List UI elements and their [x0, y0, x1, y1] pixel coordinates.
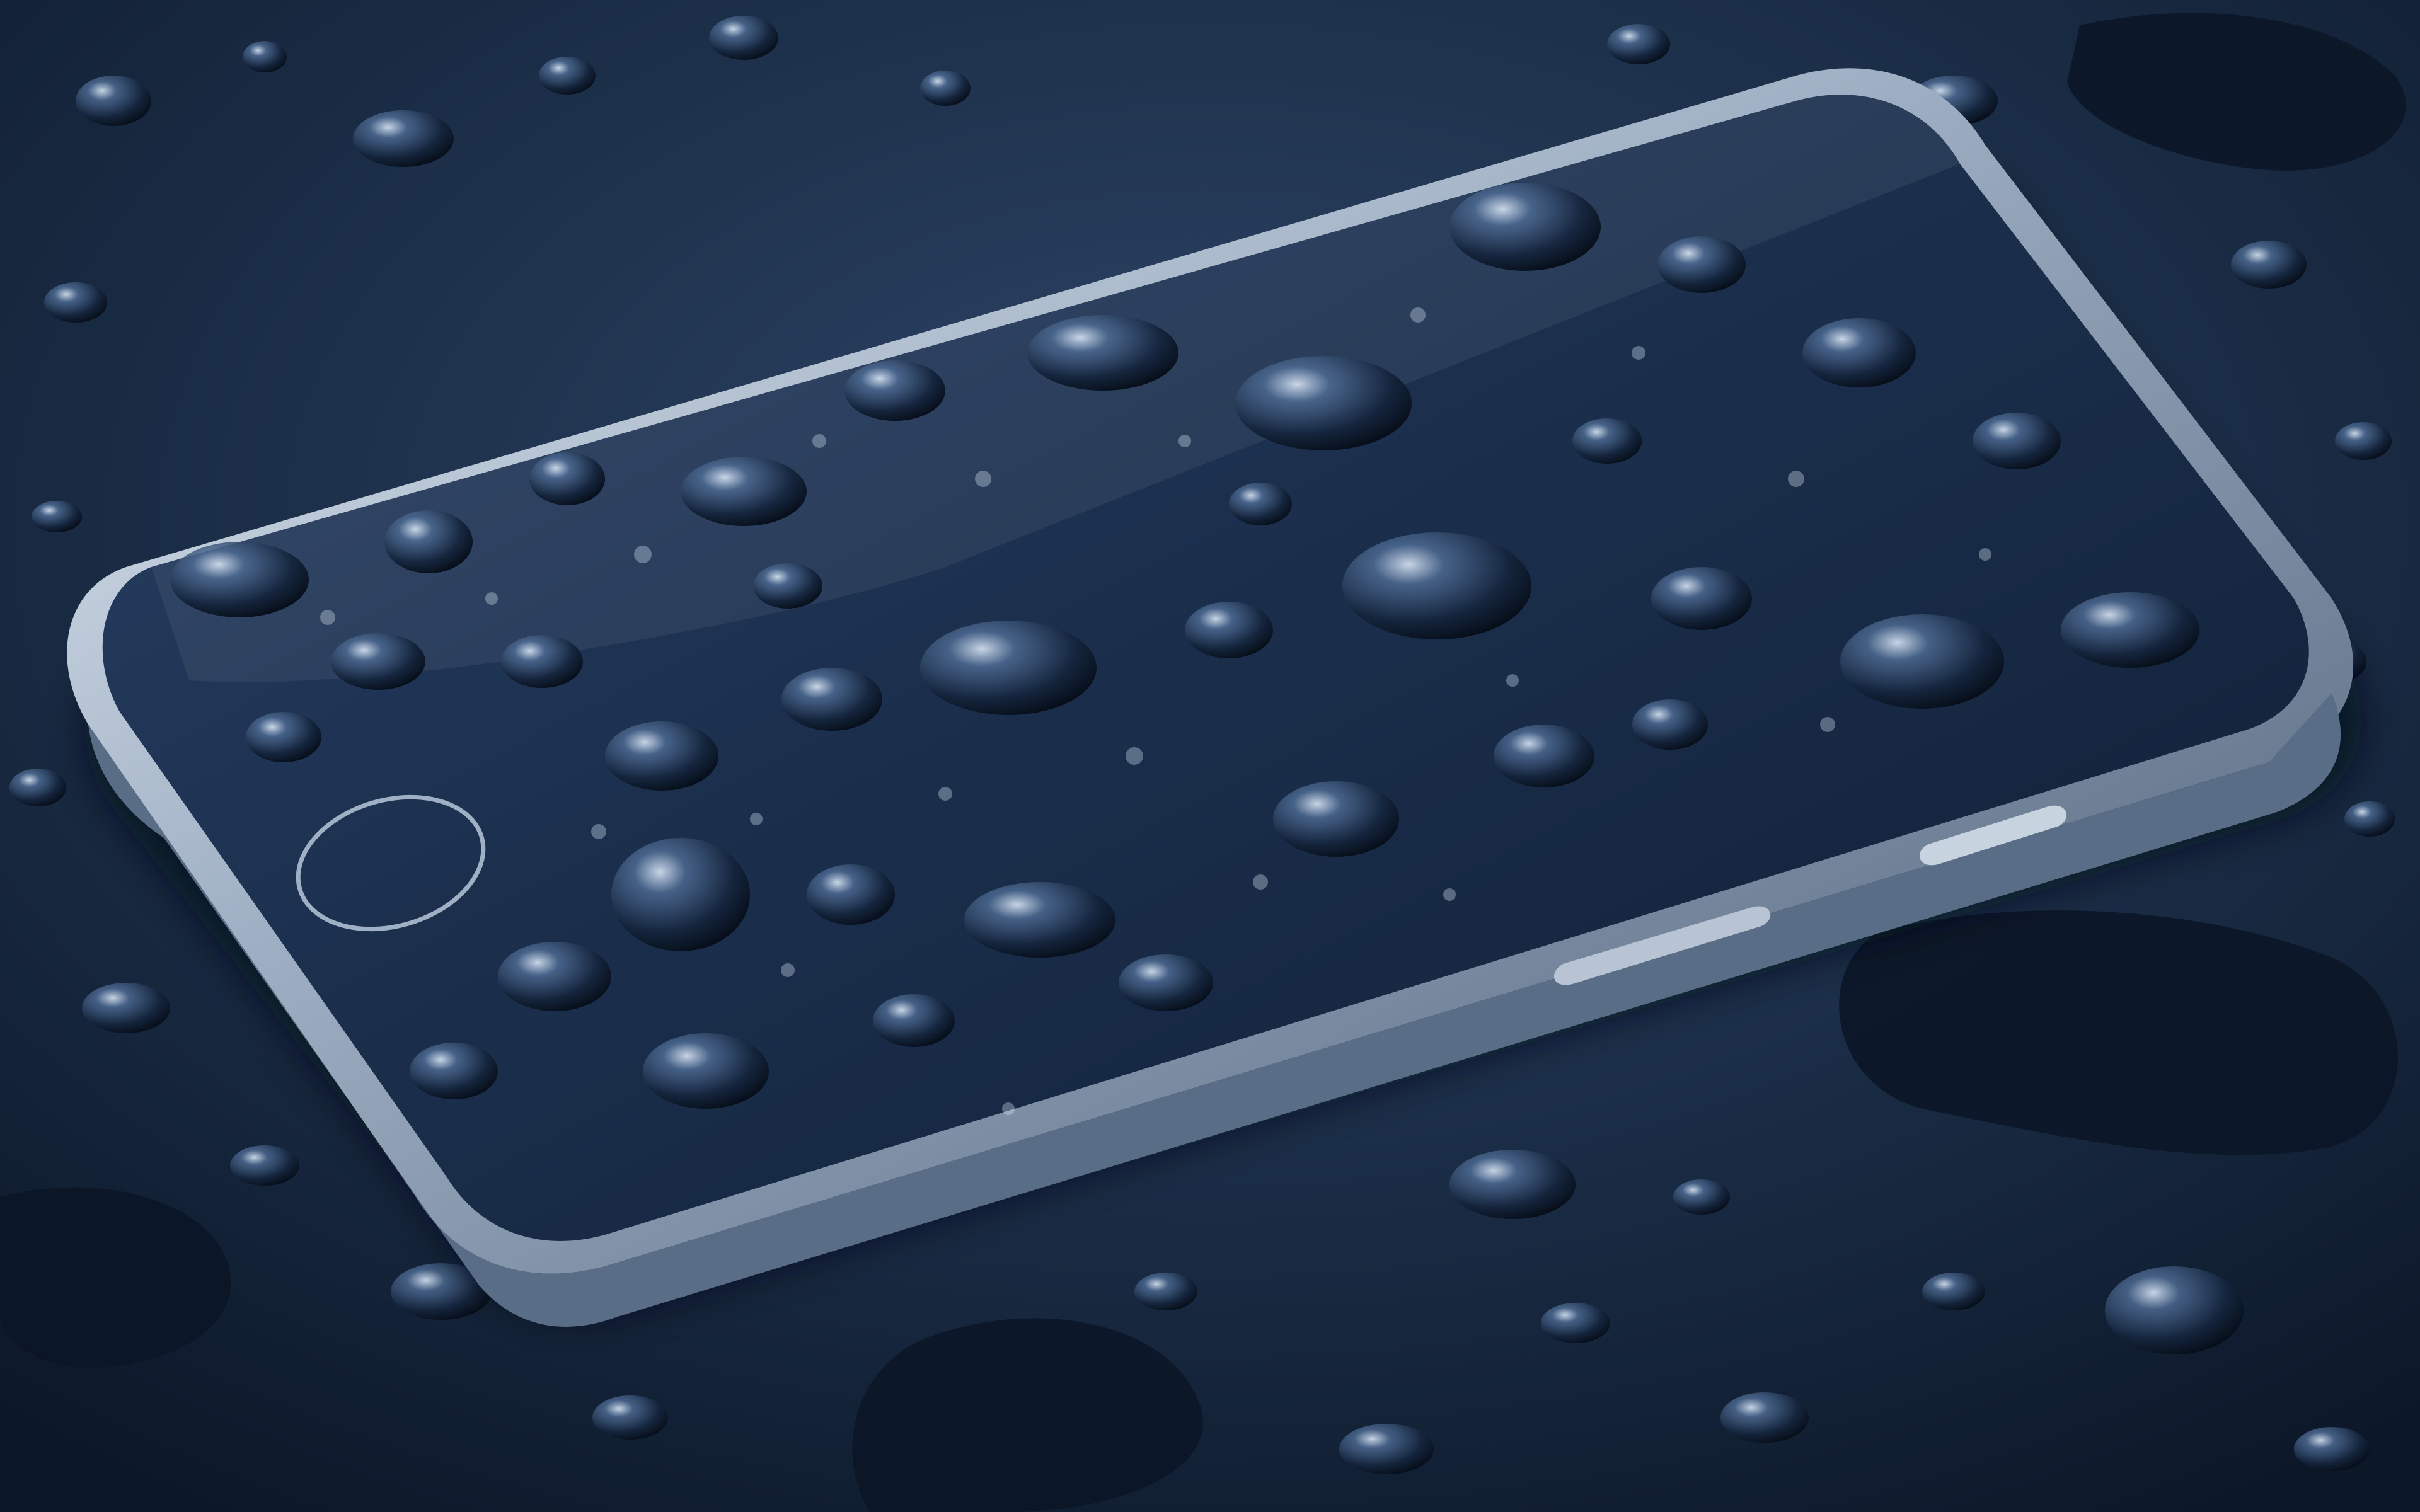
wet-phone-scene — [0, 0, 2420, 1512]
